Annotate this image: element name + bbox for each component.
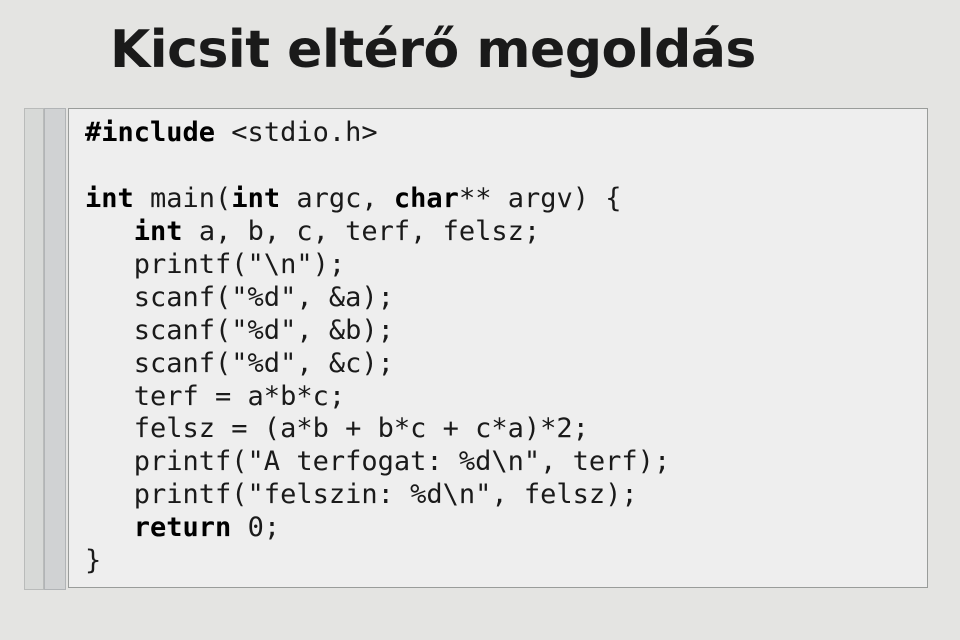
kw-char: char — [394, 183, 459, 214]
code-text — [85, 512, 134, 543]
code-text: } — [85, 545, 101, 576]
kw-return: return — [134, 512, 232, 543]
code-text: terf = a*b*c; — [85, 381, 345, 412]
code-text: felsz = (a*b + b*c + c*a)*2; — [85, 413, 589, 444]
code-text: printf("A terfogat: %d\n", terf); — [85, 446, 670, 477]
kw-include: #include — [85, 117, 215, 148]
code-text: 0; — [231, 512, 280, 543]
kw-int: int — [85, 183, 134, 214]
side-accent — [24, 108, 66, 588]
code-text: printf("\n"); — [85, 249, 345, 280]
code-text: scanf("%d", &c); — [85, 348, 394, 379]
code-text: scanf("%d", &b); — [85, 315, 394, 346]
slide: Kicsit eltérő megoldás #include <stdio.h… — [0, 0, 960, 640]
code-block: #include <stdio.h> int main(int argc, ch… — [68, 108, 928, 588]
code-text: ** argv) { — [459, 183, 622, 214]
code-text: a, b, c, terf, felsz; — [183, 216, 541, 247]
kw-int: int — [134, 216, 183, 247]
code-content: #include <stdio.h> int main(int argc, ch… — [85, 117, 913, 578]
code-text: main( — [134, 183, 232, 214]
code-text: printf("felszin: %d\n", felsz); — [85, 479, 638, 510]
slide-title: Kicsit eltérő megoldás — [110, 20, 756, 80]
code-text: <stdio.h> — [215, 117, 378, 148]
accent-bar-2 — [44, 108, 66, 590]
code-text — [85, 216, 134, 247]
accent-bar-1 — [24, 108, 44, 590]
kw-int: int — [231, 183, 280, 214]
code-text: scanf("%d", &a); — [85, 282, 394, 313]
code-text: argc, — [280, 183, 394, 214]
